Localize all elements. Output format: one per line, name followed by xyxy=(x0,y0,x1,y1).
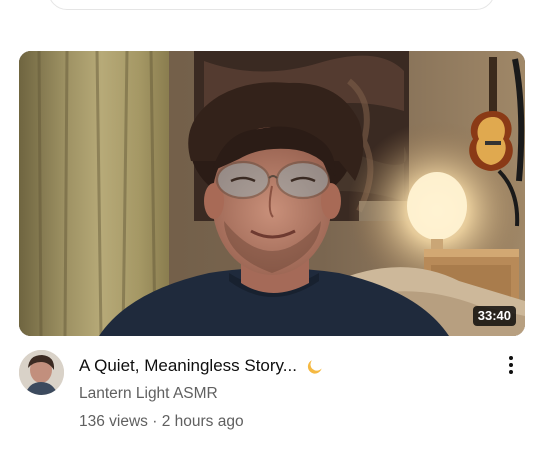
stats-separator: · xyxy=(152,413,158,430)
channel-avatar[interactable] xyxy=(19,350,64,395)
video-stats: 136 views · 2 hours ago xyxy=(79,413,244,431)
menu-dot xyxy=(509,363,513,367)
duration-badge: 33:40 xyxy=(472,306,516,326)
title-row: A Quiet, Meaningless Story... xyxy=(79,353,479,379)
avatar-image xyxy=(19,350,64,395)
video-card-page: 33:40 A Quiet, Meaningless Story... Lant… xyxy=(0,0,543,474)
menu-dot xyxy=(509,356,513,360)
view-count: 136 views xyxy=(79,413,148,430)
more-vertical-icon[interactable] xyxy=(499,352,523,378)
crescent-moon-icon xyxy=(307,357,325,375)
video-thumbnail[interactable]: 33:40 xyxy=(19,51,525,336)
video-title[interactable]: A Quiet, Meaningless Story... xyxy=(79,356,297,376)
menu-dot xyxy=(509,370,513,374)
channel-name[interactable]: Lantern Light ASMR xyxy=(79,385,218,403)
thumbnail-image xyxy=(19,51,525,336)
video-details: A Quiet, Meaningless Story... Lantern Li… xyxy=(19,350,525,450)
upload-age: 2 hours ago xyxy=(161,413,244,430)
top-bar-remnant xyxy=(48,0,495,10)
